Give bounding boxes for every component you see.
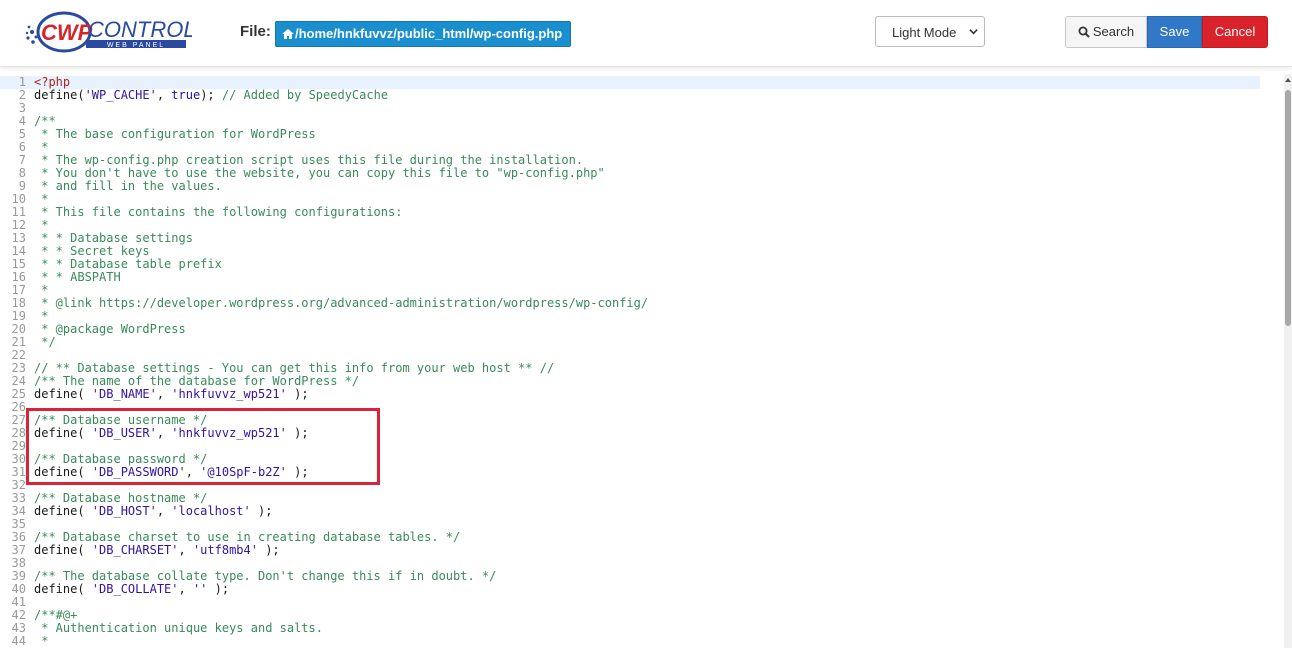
code-line[interactable]: 11 * This file contains the following co… [0,206,1260,219]
code-line[interactable]: 2 define('WP_CACHE', true); // Added by S… [0,89,1260,102]
search-icon [1078,26,1090,38]
code-text: * @package WordPress [34,322,186,336]
svg-text:WEB PANEL: WEB PANEL [107,42,165,49]
code-line[interactable]: 15 * * Database table prefix [0,258,1260,271]
cancel-button[interactable]: Cancel [1202,16,1268,48]
code-editor[interactable]: 1 <?php 2 define('WP_CACHE', true); // Adde… [0,74,1284,648]
code-text: * Authentication unique keys and salts. [34,621,323,635]
code-line[interactable]: 34 define( 'DB_HOST', 'localhost' ); [0,505,1260,518]
home-icon [282,29,294,39]
code-line[interactable]: 18 * @link https://developer.wordpress.o… [0,297,1260,310]
code-line[interactable]: 3 [0,102,1260,115]
code-text: * and fill in the values. [34,179,222,193]
chevron-down-icon [969,29,978,35]
code-text: * [34,634,49,648]
save-button[interactable]: Save [1147,16,1202,48]
code-text: define( 'DB_NAME', 'hnkfuvvz_wp521' ); [34,387,309,401]
scrollbar-thumb[interactable] [1285,90,1291,326]
code-line[interactable]: 20 * @package WordPress [0,323,1260,336]
code-line[interactable]: 21 */ [0,336,1260,349]
code-text: define('WP_CACHE', true); // Added by Sp… [34,88,389,102]
code-line[interactable]: 16 * * ABSPATH [0,271,1260,284]
code-text: * @link https://developer.wordpress.org/… [34,296,649,310]
code-text: */ [34,335,56,349]
file-path-badge: /home/hnkfuvvz/public_html/wp-config.php [275,21,572,47]
scroll-up-icon[interactable] [1284,76,1292,84]
logo-text: CWP [41,20,93,45]
code-line[interactable]: 40 define( 'DB_COLLATE', '' ); [0,583,1260,596]
line-number: 44 [11,634,26,648]
code-line[interactable]: 5 * The base configuration for WordPress [0,128,1260,141]
search-button[interactable]: Search [1065,16,1147,48]
svg-text:CONTROL: CONTROL [88,17,192,42]
code-line[interactable]: 43 * Authentication unique keys and salt… [0,622,1260,635]
code-line[interactable]: 9 * and fill in the values. [0,180,1260,193]
code-line[interactable]: 44 * [0,635,1260,648]
file-label: File: [240,23,271,40]
credentials-highlight-box [26,408,380,485]
cwp-logo: CWP CONTROL WEB PANEL [25,11,192,53]
code-line[interactable]: 13 * * Database settings [0,232,1260,245]
code-line[interactable]: 25 define( 'DB_NAME', 'hnkfuvvz_wp521' ); [0,388,1260,401]
theme-mode-value: Light Mode [892,25,957,40]
code-text: * This file contains the following confi… [34,205,403,219]
code-text: define( 'DB_HOST', 'localhost' ); [34,504,273,518]
file-path-text: /home/hnkfuvvz/public_html/wp-config.php [295,26,563,41]
theme-mode-select[interactable]: Light Mode [875,16,985,47]
top-toolbar: CWP CONTROL WEB PANEL File: /home/hnkfuv… [0,0,1292,67]
code-line[interactable]: 41 [0,596,1260,609]
code-text: define( 'DB_COLLATE', '' ); [34,582,230,596]
search-label: Search [1092,24,1135,39]
code-line[interactable]: 19 * [0,310,1260,323]
vertical-scrollbar[interactable] [1284,74,1292,648]
code-line[interactable]: 37 define( 'DB_CHARSET', 'utf8mb4' ); [0,544,1260,557]
code-text: * The base configuration for WordPress [34,127,316,141]
code-text: define( 'DB_CHARSET', 'utf8mb4' ); [34,543,280,557]
